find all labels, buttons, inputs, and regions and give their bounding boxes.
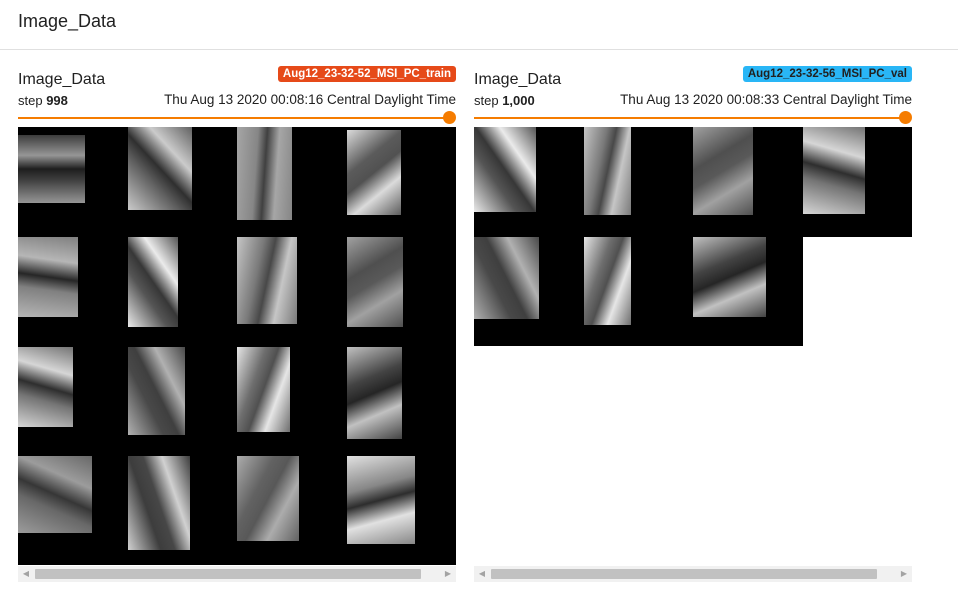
image-tile — [584, 127, 631, 215]
image-tile — [128, 237, 178, 327]
image-card-train: Aug12_23-32-52_MSI_PC_train Image_Data s… — [18, 60, 456, 590]
slider-thumb[interactable] — [443, 111, 456, 124]
timestamp: Thu Aug 13 2020 00:08:33 Central Dayligh… — [620, 92, 912, 107]
step-slider[interactable] — [474, 111, 912, 125]
image-tile — [237, 237, 297, 324]
run-name-badge: Aug12_23-32-52_MSI_PC_train — [277, 66, 456, 82]
image-tile — [128, 127, 192, 210]
run-name-badge: Aug12_23-32-56_MSI_PC_val — [742, 66, 912, 82]
image-tile — [584, 237, 631, 325]
image-viewport — [18, 127, 456, 565]
image-tile — [347, 130, 401, 215]
scrollbar-thumb[interactable] — [35, 569, 421, 579]
image-grid — [18, 127, 456, 565]
timestamp: Thu Aug 13 2020 00:08:16 Central Dayligh… — [164, 92, 456, 107]
arrow-right-icon[interactable]: ▶ — [440, 566, 456, 582]
horizontal-scrollbar[interactable]: ◀ ▶ — [474, 566, 912, 582]
step-label: step — [474, 93, 499, 108]
image-tile — [18, 135, 85, 203]
step-value: 1,000 — [502, 93, 535, 108]
image-tile — [693, 127, 753, 215]
image-tile — [474, 127, 536, 212]
step-slider[interactable] — [18, 111, 456, 125]
grid-empty-cell — [803, 237, 912, 346]
image-tile — [18, 347, 73, 427]
image-tile — [237, 127, 292, 220]
arrow-left-icon[interactable]: ◀ — [474, 566, 490, 582]
image-card-val: Aug12_23-32-56_MSI_PC_val Image_Data ste… — [474, 60, 912, 590]
slider-thumb[interactable] — [899, 111, 912, 124]
card-title: Image_Data — [18, 71, 106, 88]
card-title: Image_Data — [474, 71, 562, 88]
scrollbar-thumb[interactable] — [491, 569, 877, 579]
image-tile — [128, 456, 190, 550]
image-viewport — [474, 127, 912, 565]
image-tile — [693, 237, 766, 317]
image-tile — [803, 127, 865, 214]
image-tile — [237, 347, 290, 432]
page-title: Image_Data — [18, 11, 117, 31]
page-header: Image_Data — [0, 0, 958, 50]
arrow-right-icon[interactable]: ▶ — [896, 566, 912, 582]
step-label: step — [18, 93, 43, 108]
slider-track — [474, 117, 906, 119]
image-tile — [18, 237, 78, 317]
step-display: step 1,000 — [474, 93, 535, 108]
image-tile — [347, 347, 402, 439]
horizontal-scrollbar[interactable]: ◀ ▶ — [18, 566, 456, 582]
image-tile — [237, 456, 299, 541]
image-tile — [347, 237, 403, 327]
image-tile — [474, 237, 539, 319]
image-tile — [347, 456, 415, 544]
image-tile — [18, 456, 92, 533]
arrow-left-icon[interactable]: ◀ — [18, 566, 34, 582]
slider-track — [18, 117, 450, 119]
step-value: 998 — [46, 93, 68, 108]
step-display: step 998 — [18, 93, 68, 108]
image-tile — [128, 347, 185, 435]
